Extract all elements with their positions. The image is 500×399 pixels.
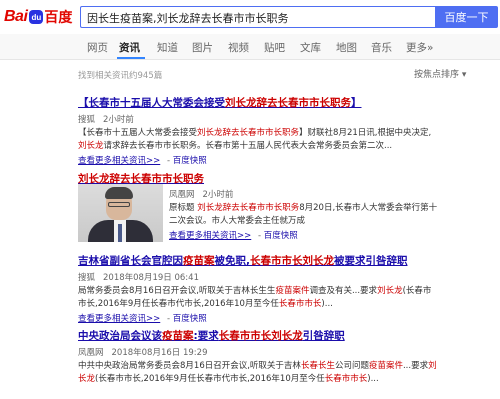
result-time: 2小时前	[103, 115, 134, 125]
title-text: 吉林省副省长会官腔因	[78, 255, 183, 267]
snippet-text: 局常务委员会8月16日召开会议,听取关于吉林长生生	[78, 286, 276, 296]
snippet-text: 】财联社8月21日讯,根据中央决定,	[299, 128, 432, 138]
result-source: 凤凰网	[169, 190, 195, 200]
title-highlight: 疫苗案	[183, 255, 215, 267]
title-text: 【长春市十五届人大常委会接受	[78, 97, 225, 109]
more-news-link[interactable]: 查看更多相关资讯>>	[78, 314, 160, 324]
title-highlight: 刘长龙辞去长春市市长职务	[225, 97, 351, 109]
result-count: 找到相关资讯约945篇	[78, 71, 163, 81]
title-text: 被免职,	[214, 255, 251, 267]
tab-zhidao[interactable]: 知道	[157, 40, 178, 55]
news-result: 【长春市十五届人大常委会接受刘长龙辞去长春市市长职务】 搜狐 2小时前 【长春市十…	[78, 95, 438, 166]
snippet-highlight: 疫苗案件	[368, 361, 403, 371]
snippet-highlight: 长春长生	[300, 361, 335, 371]
result-snippet: 原标题 刘长龙辞去长春市市长职务8月20日,长春市人大常委会举行第十二次会议。市…	[169, 202, 439, 228]
result-snippet: 中共中央政治局常务委员会8月16日召开会议,听取关于吉林长春长生公司问题疫苗案件…	[78, 360, 438, 386]
search-input[interactable]	[81, 8, 435, 28]
tab-video[interactable]: 视频	[228, 40, 249, 55]
snippet-text: 中共中央政治局常务委员会8月16日召开会议,听取关于吉林	[78, 361, 301, 371]
snippet-highlight: 刘长龙	[377, 286, 403, 296]
result-meta: 凤凰网 2018年08月16日 19:29	[78, 346, 438, 358]
sort-dropdown[interactable]: 按焦点排序 ▾	[414, 67, 466, 80]
title-text: 引咎辞职	[302, 330, 345, 342]
result-source: 搜狐	[78, 115, 96, 125]
snippet-text: )...	[321, 299, 333, 309]
title-text: 】	[351, 97, 362, 109]
snippet-text: 公司问题	[334, 361, 369, 371]
snippet-text: 【长春市十五届人大常委会接受	[78, 128, 198, 138]
result-meta: 凤凰网 2小时前	[169, 188, 439, 200]
tab-more[interactable]: 更多»	[406, 40, 433, 55]
snippet-highlight: 疫苗案件	[275, 286, 310, 296]
nav-tabs: 网页 资讯 知道 图片 视频 贴吧 文库 地图 音乐 更多»	[0, 34, 500, 60]
search-button[interactable]: 百度一下	[435, 6, 498, 28]
news-result: 中央政治局会议该疫苗案:要求长春市市长刘长龙引咎辞职 凤凰网 2018年08月16…	[78, 328, 438, 386]
title-highlight: 长春市市长刘长龙	[250, 255, 334, 267]
result-snippet: 【长春市十五届人大常委会接受刘长龙辞去长春市市长职务】财联社8月21日讯,根据中…	[78, 127, 438, 153]
tab-music[interactable]: 音乐	[371, 40, 392, 55]
cache-link[interactable]: 百度快照	[264, 231, 298, 241]
snippet-text: 请求辞去长春市市长职务。长春市第十五届人民代表大会常务委员会第二次...	[103, 141, 393, 151]
cache-link[interactable]: 百度快照	[173, 314, 207, 324]
cache-link[interactable]: 百度快照	[173, 156, 207, 166]
result-source: 凤凰网	[78, 348, 104, 358]
result-title-link[interactable]: 【长春市十五届人大常委会接受刘长龙辞去长春市市长职务】	[78, 95, 438, 110]
paw-icon: du	[29, 10, 44, 24]
thumb-figure-tie	[118, 224, 122, 242]
result-snippet: 局常务委员会8月16日召开会议,听取关于吉林长生生疫苗案件调查及有关...要求刘…	[78, 285, 438, 311]
snippet-highlight: 刘长龙	[78, 141, 104, 151]
active-tab-underline	[117, 57, 145, 59]
snippet-text: 调查及有关...要求	[309, 286, 378, 296]
snippet-highlight: 刘长龙辞去长春市市长职务	[197, 203, 300, 213]
result-meta: 搜狐 2018年08月19日 06:41	[78, 271, 438, 283]
thumb-figure-hair	[105, 187, 133, 199]
tab-images[interactable]: 图片	[192, 40, 213, 55]
title-highlight: 疫苗案	[162, 330, 194, 342]
result-time: 2018年08月16日 19:29	[111, 348, 208, 358]
logo-text-du: 百度	[44, 9, 73, 25]
title-text: 被要求引咎辞职	[334, 255, 408, 267]
search-box	[80, 6, 435, 28]
tab-wenku[interactable]: 文库	[300, 40, 321, 55]
tab-map[interactable]: 地图	[336, 40, 357, 55]
tab-news[interactable]: 资讯	[119, 40, 140, 55]
snippet-highlight: 长春市市长	[278, 299, 322, 309]
result-time: 2小时前	[202, 190, 234, 200]
result-time: 2018年08月19日 06:41	[103, 273, 199, 283]
result-links: 查看更多相关资讯>> - 百度快照	[78, 314, 207, 324]
snippet-text: 原标题	[169, 203, 198, 213]
title-text: :要求	[193, 330, 219, 342]
snippet-text: (长春市市长,2016年9月任长春市代市长,2016年10月至今任	[95, 374, 325, 384]
result-meta: 搜狐 2小时前	[78, 113, 438, 125]
header: Bai du 百度 百度一下	[0, 0, 500, 32]
result-title-link[interactable]: 吉林省副省长会官腔因疫苗案被免职,长春市市长刘长龙被要求引咎辞职	[78, 253, 438, 268]
news-thumbnail[interactable]	[78, 184, 163, 242]
snippet-text: ...要求	[402, 361, 429, 371]
title-text: 中央政治局会议该	[78, 330, 162, 342]
tab-web[interactable]: 网页	[87, 40, 108, 55]
result-title-link[interactable]: 中央政治局会议该疫苗案:要求长春市市长刘长龙引咎辞职	[78, 328, 438, 343]
tab-tieba[interactable]: 贴吧	[264, 40, 285, 55]
snippet-text: )...	[367, 374, 379, 384]
news-result: 吉林省副省长会官腔因疫苗案被免职,长春市市长刘长龙被要求引咎辞职 搜狐 2018年…	[78, 253, 438, 324]
more-news-link[interactable]: 查看更多相关资讯>>	[169, 231, 251, 241]
result-links: 查看更多相关资讯>> - 百度快照	[169, 231, 298, 241]
snippet-highlight: 刘长龙辞去长春市市长职务	[197, 128, 300, 138]
result-source: 搜狐	[78, 273, 96, 283]
baidu-logo[interactable]: Bai du 百度	[4, 8, 72, 26]
snippet-highlight: 长春市市长	[324, 374, 368, 384]
result-links: 查看更多相关资讯>> - 百度快照	[78, 156, 207, 166]
news-result-body: 凤凰网 2小时前 原标题 刘长龙辞去长春市市长职务8月20日,长春市人大常委会举行…	[169, 188, 439, 241]
logo-text-bai: Bai	[4, 8, 28, 25]
more-news-link[interactable]: 查看更多相关资讯>>	[78, 156, 160, 166]
thumb-figure-glasses	[108, 202, 130, 207]
title-highlight: 长春市市长刘长龙	[218, 330, 303, 342]
